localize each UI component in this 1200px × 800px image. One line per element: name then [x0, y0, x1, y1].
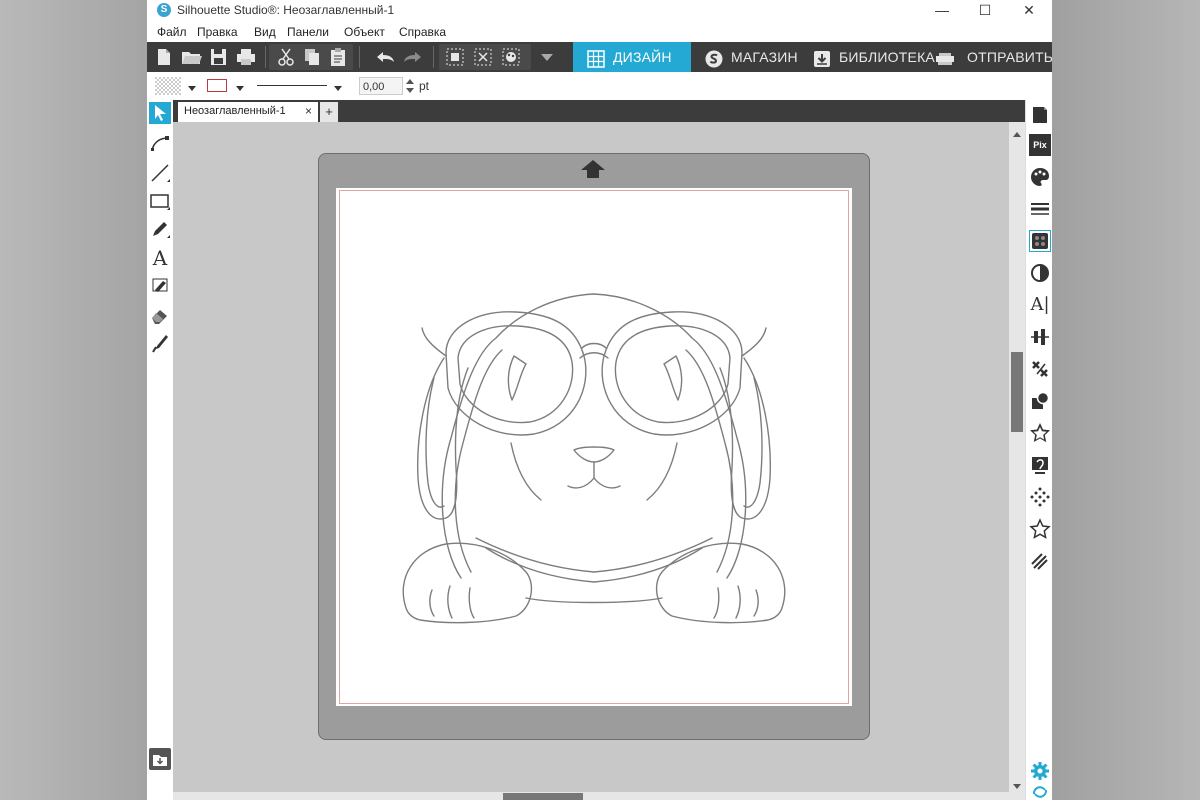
fill-dropdown-icon[interactable]: [187, 81, 197, 99]
title-bar: S Silhouette Studio®: Неозаглавленный-1 …: [147, 0, 1052, 22]
library-download-icon[interactable]: [149, 748, 171, 770]
cut-scissors-icon[interactable]: [273, 45, 299, 69]
redo-icon[interactable]: [400, 45, 426, 69]
maximize-button[interactable]: ☐: [965, 0, 1005, 22]
toolbar-dropdown-icon[interactable]: [534, 45, 560, 69]
line-style-panel-icon[interactable]: [1029, 198, 1051, 220]
app-window: S Silhouette Studio®: Неозаглавленный-1 …: [147, 0, 1052, 800]
main-toolbar: ДИЗАЙН МАГАЗИН БИБЛИОТЕКА ОТПРАВИТЬ: [147, 42, 1052, 72]
left-tool-palette: A: [147, 100, 183, 800]
toolbar-separator: [359, 46, 360, 68]
point-edit-tool-icon[interactable]: [149, 132, 171, 154]
tab-library[interactable]: БИБЛИОТЕКА: [799, 42, 935, 72]
menu-panels[interactable]: Панели: [287, 25, 329, 39]
settings-gear-icon[interactable]: [1029, 760, 1051, 782]
trace-icon[interactable]: [1029, 454, 1051, 476]
vertical-scroll-thumb[interactable]: [1011, 352, 1023, 432]
scroll-up-arrow-icon[interactable]: [1012, 125, 1022, 143]
tab-design-label: ДИЗАЙН: [613, 49, 672, 65]
line-color-dropdown-icon[interactable]: [235, 81, 245, 99]
options-bar: 0,00 pt: [147, 72, 1052, 101]
offset-star-icon[interactable]: [1029, 422, 1051, 444]
open-folder-icon[interactable]: [178, 45, 204, 69]
line-width-stepper[interactable]: [405, 77, 415, 100]
replicate-icon[interactable]: [1029, 358, 1051, 380]
save-icon[interactable]: [205, 45, 231, 69]
line-style-selector[interactable]: [257, 85, 327, 86]
vertical-scrollbar[interactable]: [1009, 122, 1025, 792]
pencil-tool-icon[interactable]: [149, 218, 171, 240]
text-style-icon[interactable]: A|: [1029, 294, 1051, 316]
grid-icon: [587, 48, 605, 68]
menu-object[interactable]: Объект: [344, 25, 385, 39]
menu-view[interactable]: Вид: [254, 25, 276, 39]
menu-bar: Файл Правка Вид Панели Объект Справка: [147, 22, 1052, 42]
toolbar-separator: [265, 46, 266, 68]
line-width-input[interactable]: 0,00: [359, 77, 403, 95]
toolbar-separator: [433, 46, 434, 68]
pixscan-icon[interactable]: Pix: [1029, 134, 1051, 156]
eraser-tool-icon[interactable]: [149, 304, 171, 326]
right-panel-bar: Pix A|: [1025, 100, 1052, 800]
close-tab-icon[interactable]: ×: [305, 104, 312, 118]
cutter-icon: [934, 48, 954, 66]
select-tool-arrow-icon[interactable]: [149, 102, 171, 124]
fill-pattern-panel-icon[interactable]: [1029, 230, 1051, 252]
fill-pattern-swatch[interactable]: [155, 77, 181, 95]
text-tool-icon[interactable]: A: [149, 246, 171, 270]
bunny-with-glasses-design[interactable]: [336, 188, 852, 706]
select-by-color-icon[interactable]: [498, 45, 524, 69]
tab-store[interactable]: МАГАЗИН: [691, 42, 809, 72]
tab-design[interactable]: ДИЗАЙН: [573, 42, 691, 72]
minimize-button[interactable]: —: [922, 0, 962, 22]
print-icon[interactable]: [233, 45, 259, 69]
deselect-icon[interactable]: [470, 45, 496, 69]
document-tab-strip: Неозаглавленный-1 × +: [173, 100, 1025, 122]
document-tab-label: Неозаглавленный-1: [184, 105, 286, 117]
line-width-unit: pt: [419, 79, 430, 93]
silhouette-logo-icon: S: [157, 3, 171, 17]
tab-store-label: МАГАЗИН: [731, 49, 798, 65]
copy-icon[interactable]: [299, 45, 325, 69]
window-title: Silhouette Studio®: Неозаглавленный-1: [177, 3, 395, 17]
silhouette-s-icon: [705, 48, 723, 68]
line-style-dropdown-icon[interactable]: [333, 81, 343, 99]
document-tab[interactable]: Неозаглавленный-1 ×: [178, 102, 318, 122]
favorite-star-icon[interactable]: [1029, 518, 1051, 540]
close-button[interactable]: ✕: [1009, 0, 1049, 22]
sync-icon[interactable]: [1029, 784, 1051, 800]
menu-help[interactable]: Справка: [399, 25, 446, 39]
align-icon[interactable]: [1029, 326, 1051, 348]
knife-tool-icon[interactable]: [149, 332, 171, 354]
download-box-icon: [813, 48, 831, 67]
line-color-swatch[interactable]: [207, 79, 227, 92]
undo-icon[interactable]: [372, 45, 398, 69]
load-direction-arrow-icon: [579, 158, 607, 185]
new-document-icon[interactable]: [151, 45, 177, 69]
desktop-background-left: [0, 0, 147, 800]
page-setup-icon[interactable]: [1029, 104, 1051, 126]
paste-clipboard-icon[interactable]: [325, 45, 351, 69]
eraser-pencil-tool-icon[interactable]: [149, 274, 171, 296]
sketch-icon[interactable]: [1029, 550, 1051, 572]
transparency-icon[interactable]: [1029, 262, 1051, 284]
menu-file[interactable]: Файл: [157, 25, 187, 39]
horizontal-scroll-thumb[interactable]: [503, 793, 583, 800]
add-tab-button[interactable]: +: [320, 102, 338, 122]
rectangle-tool-icon[interactable]: [149, 190, 171, 212]
line-tool-icon[interactable]: [149, 162, 171, 184]
select-all-icon[interactable]: [442, 45, 468, 69]
tab-send-label: ОТПРАВИТЬ: [967, 49, 1052, 65]
modify-icon[interactable]: [1029, 390, 1051, 412]
tab-send[interactable]: ОТПРАВИТЬ: [920, 42, 1052, 72]
desktop-background-right: [1052, 0, 1200, 800]
menu-edit[interactable]: Правка: [197, 25, 238, 39]
rhinestone-icon[interactable]: [1029, 486, 1051, 508]
fill-palette-icon[interactable]: [1029, 166, 1051, 188]
horizontal-scrollbar[interactable]: [173, 792, 1025, 800]
